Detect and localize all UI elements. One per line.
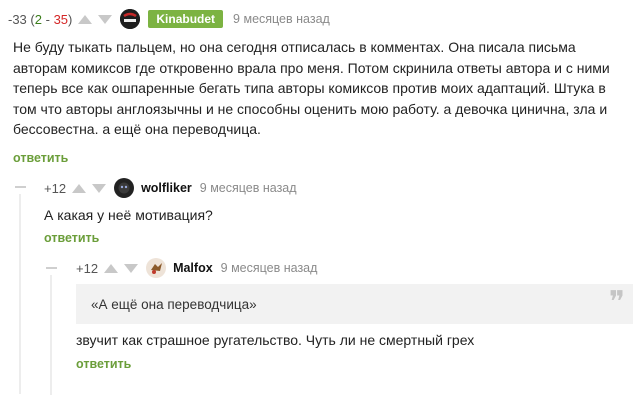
vote-up-icon[interactable] xyxy=(104,263,119,273)
comment-2-header: +12 wolfliker 9 месяцев назад xyxy=(44,178,297,198)
username-link[interactable]: Malfox xyxy=(173,261,213,275)
rating-plus: 2 xyxy=(34,11,42,27)
vote-buttons xyxy=(78,14,113,24)
avatar-image-icon xyxy=(146,258,167,278)
avatar-logo-icon xyxy=(120,9,141,29)
quote-text: «А ещё она переводчица» xyxy=(91,296,257,312)
username-badge[interactable]: Kinabudet xyxy=(148,10,224,28)
reply-button[interactable]: ответить xyxy=(44,231,99,245)
vote-down-icon[interactable] xyxy=(124,263,139,273)
reply-button[interactable]: ответить xyxy=(13,151,68,165)
vote-down-icon[interactable] xyxy=(98,14,113,24)
comment-time[interactable]: 9 месяцев назад xyxy=(233,12,330,26)
vote-down-icon[interactable] xyxy=(92,183,107,193)
reply-button[interactable]: ответить xyxy=(76,357,131,371)
comment-rating: -33 (2 - 35) xyxy=(8,11,73,27)
quote-icon: ❞ xyxy=(608,285,625,320)
comment-text: звучит как страшное ругательство. Чуть л… xyxy=(76,332,475,348)
avatar[interactable] xyxy=(120,9,141,29)
thread-branch-line[interactable] xyxy=(50,275,52,395)
vote-buttons xyxy=(104,263,139,273)
comment-1-header: -33 (2 - 35) Kinabudet 9 месяцев назад xyxy=(8,9,330,29)
avatar-image-icon xyxy=(114,178,135,198)
collapse-icon[interactable] xyxy=(15,186,26,188)
comment-rating: +12 xyxy=(76,260,99,276)
username-link[interactable]: wolfliker xyxy=(141,181,192,195)
comment-text: А какая у неё мотивация? xyxy=(44,207,213,223)
avatar[interactable] xyxy=(114,178,135,198)
avatar[interactable] xyxy=(146,258,167,278)
vote-up-icon[interactable] xyxy=(78,14,93,24)
comment-rating: +12 xyxy=(44,180,67,196)
comment-time[interactable]: 9 месяцев назад xyxy=(221,261,318,275)
comment-3-header: +12 Malfox 9 месяцев назад xyxy=(76,258,317,278)
quote-block: «А ещё она переводчица» ❞ xyxy=(76,284,633,324)
comment-text: Не буду тыкать пальцем, но она сегодня о… xyxy=(13,39,610,137)
comment-time[interactable]: 9 месяцев назад xyxy=(200,181,297,195)
vote-buttons xyxy=(72,183,107,193)
vote-up-icon[interactable] xyxy=(72,183,87,193)
thread-branch-line[interactable] xyxy=(19,194,21,394)
rating-minus: 35 xyxy=(53,11,69,27)
collapse-icon[interactable] xyxy=(46,267,57,269)
